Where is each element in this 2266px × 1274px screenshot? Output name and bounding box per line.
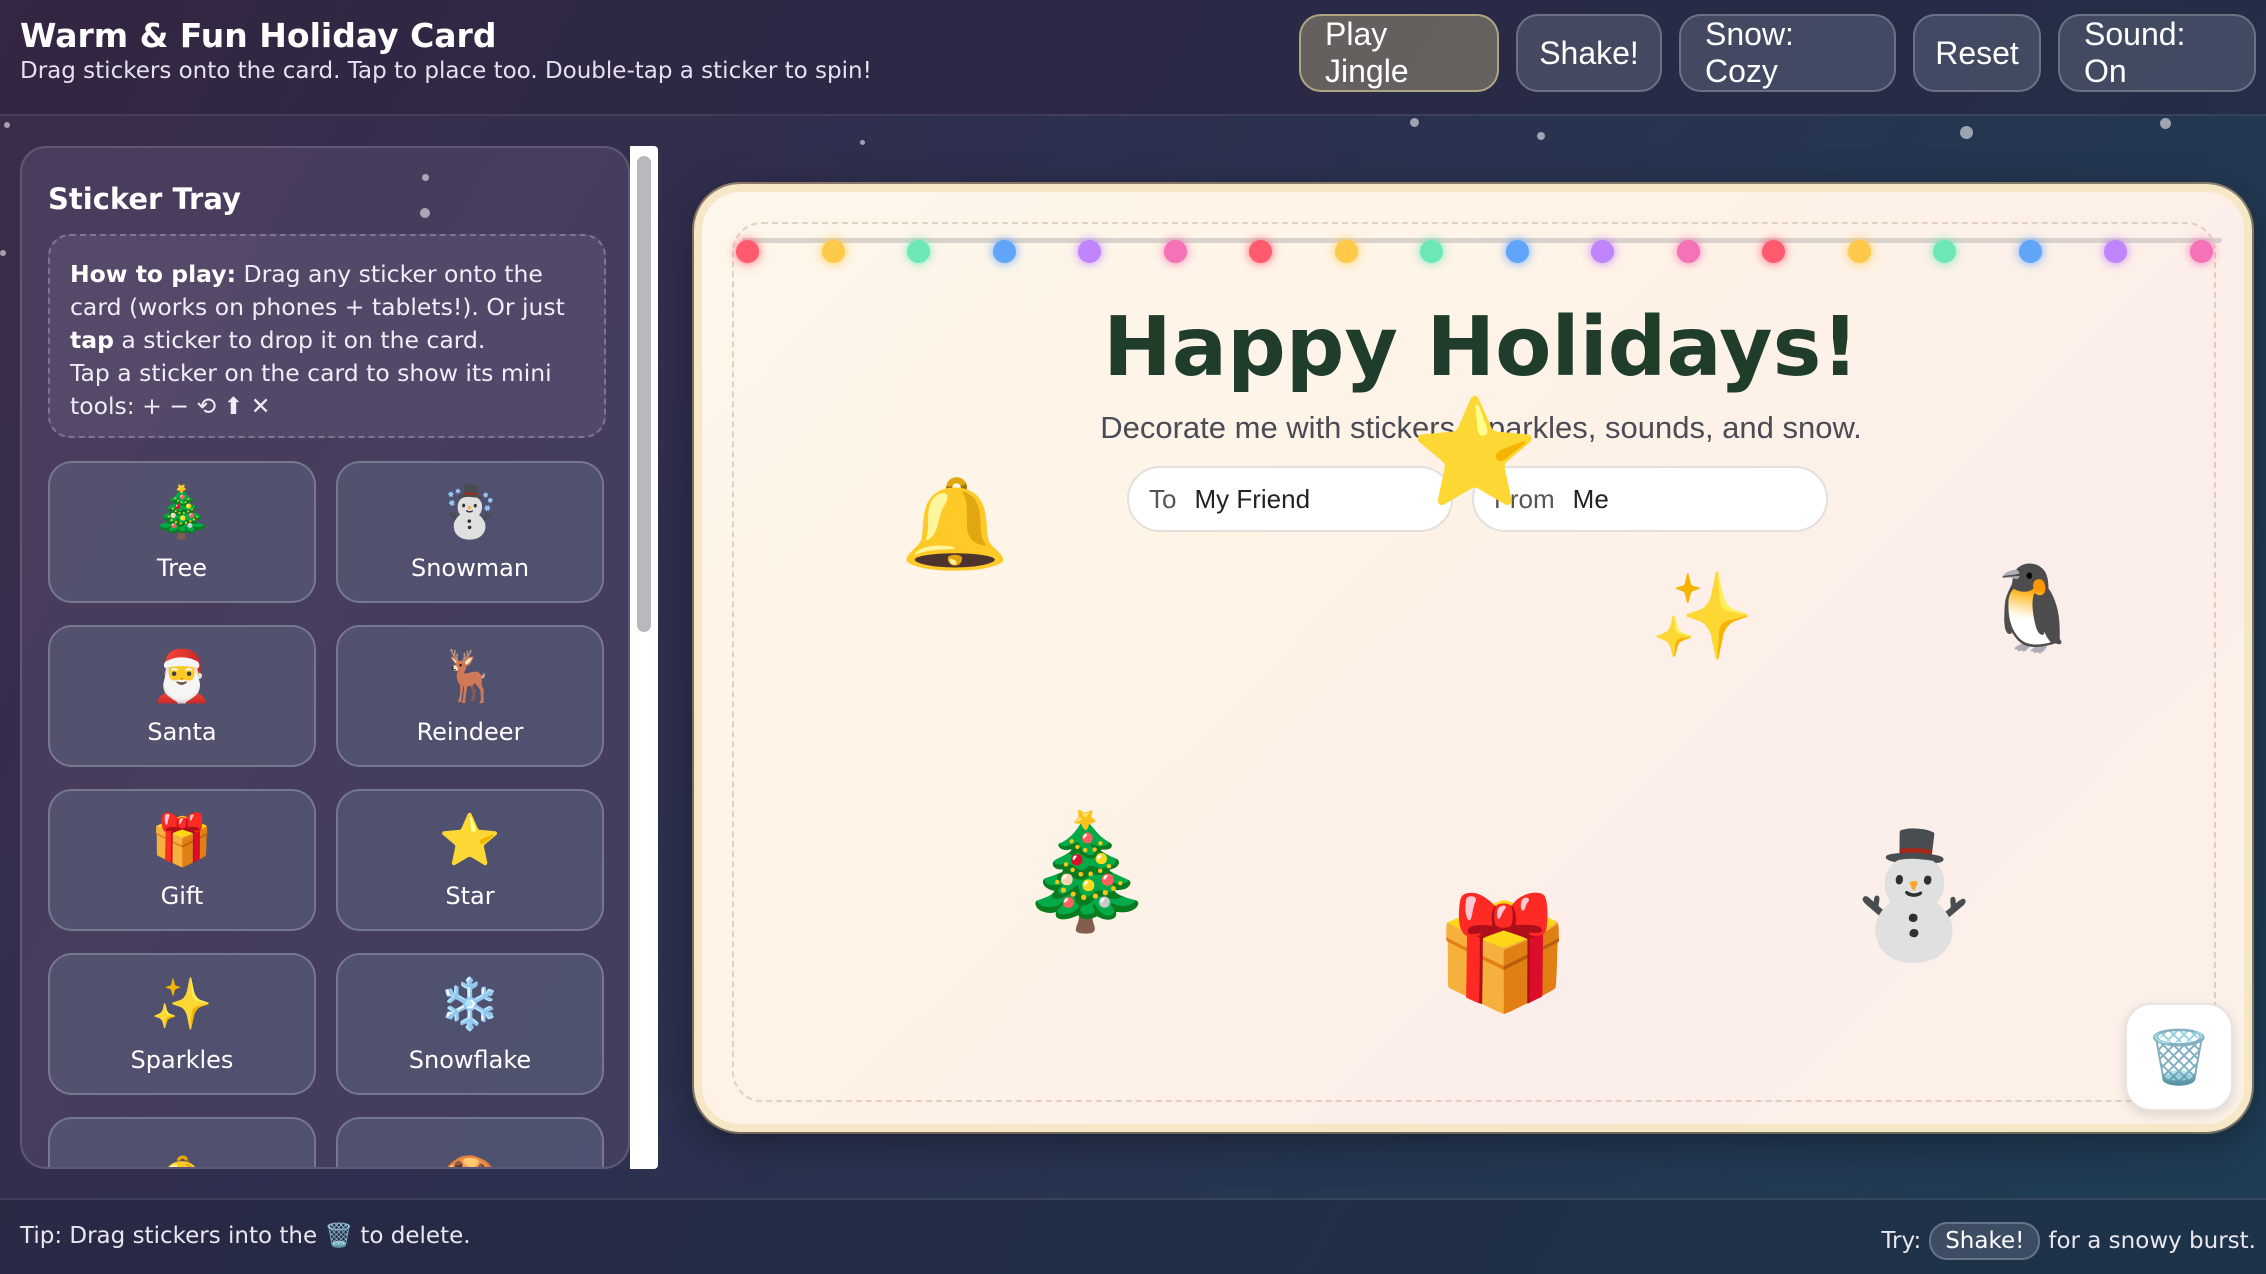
string-light-bulb	[907, 240, 930, 263]
sparkles-icon: ✨	[150, 975, 214, 1033]
string-light-bulb	[1591, 240, 1614, 263]
footer-try-hint: Try: Shake! for a snowy burst.	[1881, 1222, 2256, 1260]
snow-dot	[1410, 118, 1419, 127]
how-to-play-text-2: a sticker to drop it on the card.	[113, 326, 486, 354]
sticker-label: Snowman	[410, 554, 530, 582]
string-light-bulb	[1163, 240, 1187, 263]
app-title: Warm & Fun Holiday Card	[20, 16, 497, 55]
string-light-bulb	[2018, 240, 2042, 263]
footer-tip: Tip: Drag stickers into the 🗑️ to delete…	[20, 1222, 471, 1249]
tray-scrollbar-thumb[interactable]	[637, 156, 651, 632]
sticker-gift[interactable]: 🎁 Gift	[48, 789, 316, 931]
to-label: To	[1149, 483, 1177, 514]
from-value: Me	[1572, 483, 1609, 514]
how-to-play-tools: Tap a sticker on the card to show its mi…	[70, 359, 552, 420]
tree-icon: 🎄	[150, 483, 214, 541]
string-light-bulb	[2189, 240, 2213, 263]
how-to-play-box: How to play: Drag any sticker onto the c…	[48, 234, 606, 438]
bell-icon: 🔔	[151, 1152, 213, 1167]
snow-dot	[1537, 132, 1545, 140]
app-header: Warm & Fun Holiday Card Drag stickers on…	[0, 0, 2266, 116]
placed-gift-icon[interactable]: 🎁	[1434, 898, 1571, 1008]
snow-dot	[420, 208, 430, 218]
placed-tree-icon[interactable]: 🎄	[1016, 816, 1155, 928]
how-to-play-lead: How to play:	[70, 260, 236, 288]
sticker-tree[interactable]: 🎄 Tree	[48, 461, 316, 603]
sound-toggle-button[interactable]: Sound: On	[2058, 14, 2256, 92]
string-light-bulb	[821, 240, 845, 263]
sticker-reindeer[interactable]: 🦌 Reindeer	[336, 625, 604, 767]
snow-dot	[1960, 126, 1973, 139]
sticker-grid: 🎄 Tree ☃️ Snowman 🎅 Santa 🦌 Reindeer 🎁 Gift ⭐…	[48, 461, 608, 1167]
snow-dot	[2160, 118, 2171, 129]
placed-bell-icon[interactable]: 🔔	[900, 480, 1010, 568]
string-light-bulb	[1249, 240, 1272, 263]
cookie-icon: 🍪	[439, 1152, 501, 1167]
sticker-label: Tree	[156, 554, 207, 582]
sticker-sparkles[interactable]: ✨ Sparkles	[48, 953, 316, 1095]
string-light-bulb	[2104, 240, 2127, 263]
gift-icon: 🎁	[150, 811, 214, 869]
trash-drop-zone[interactable]: 🗑️	[2125, 1003, 2233, 1111]
string-light-bulb	[1676, 240, 1700, 263]
footer-bar: Tip: Drag stickers into the 🗑️ to delete…	[0, 1198, 2266, 1274]
string-light-bulb	[1334, 240, 1358, 263]
toolbar: Play Jingle Shake! Snow: Cozy Reset Soun…	[1299, 14, 2256, 92]
snow-mode-button[interactable]: Snow: Cozy	[1679, 14, 1896, 92]
placed-penguin-icon[interactable]: 🐧	[1980, 566, 2085, 650]
sticker-snowman[interactable]: ☃️ Snowman	[336, 461, 604, 603]
santa-icon: 🎅	[150, 647, 214, 705]
string-light-bulb	[1762, 240, 1785, 263]
sticker-label: Snowflake	[408, 1046, 532, 1074]
placed-snowman-icon[interactable]: ⛄	[1838, 834, 1990, 956]
trash-icon: 🗑️	[324, 1223, 354, 1249]
snow-dot	[4, 122, 10, 128]
sticker-label: Reindeer	[416, 718, 524, 746]
sticker-label: Star	[445, 882, 495, 910]
string-light-bulb	[992, 240, 1016, 263]
play-jingle-button[interactable]: Play Jingle	[1299, 14, 1499, 92]
placed-star-icon[interactable]: ⭐	[1410, 400, 1540, 504]
string-light-bulb	[1505, 240, 1529, 263]
snow-dot	[0, 250, 6, 256]
sticker-label: Gift	[160, 882, 204, 910]
tip-text-end: to delete.	[353, 1223, 471, 1249]
tray-title: Sticker Tray	[48, 182, 241, 216]
string-light-bulb	[1420, 240, 1443, 263]
reindeer-icon: 🦌	[438, 647, 502, 705]
card-title: Happy Holidays!	[1103, 300, 1859, 395]
sticker-bell[interactable]: 🔔	[48, 1117, 316, 1167]
sticker-santa[interactable]: 🎅 Santa	[48, 625, 316, 767]
snow-dot	[860, 140, 865, 145]
snowman-icon: ☃️	[438, 483, 502, 541]
sticker-label: Santa	[147, 718, 217, 746]
try-label: Try:	[1881, 1228, 1922, 1254]
to-field[interactable]: To My Friend	[1127, 466, 1453, 532]
snowflake-icon: ❄️	[438, 975, 502, 1033]
sticker-label: Sparkles	[130, 1046, 234, 1074]
star-icon: ⭐	[438, 811, 502, 869]
try-shake-pill[interactable]: Shake!	[1929, 1222, 2041, 1260]
sticker-snowflake[interactable]: ❄️ Snowflake	[336, 953, 604, 1095]
string-lights-wire	[742, 238, 2222, 243]
string-light-bulb	[1847, 240, 1871, 263]
placed-sparkles-icon[interactable]: ✨	[1650, 574, 1755, 658]
sticker-tray: Sticker Tray How to play: Drag any stick…	[20, 146, 630, 1169]
shake-button[interactable]: Shake!	[1516, 14, 1662, 92]
sticker-star[interactable]: ⭐ Star	[336, 789, 604, 931]
app-subtitle: Drag stickers onto the card. Tap to plac…	[20, 58, 872, 84]
try-text: for a snowy burst.	[2048, 1228, 2256, 1254]
how-to-play-tap: tap	[70, 326, 114, 354]
tip-text: Tip: Drag stickers into the	[20, 1223, 325, 1249]
string-light-bulb	[1933, 240, 1956, 263]
holiday-card[interactable]: Happy Holidays! Decorate me with sticker…	[694, 184, 2252, 1132]
snow-dot	[422, 174, 429, 181]
string-light-bulb	[1078, 240, 1101, 263]
trash-icon: 🗑️	[2146, 1027, 2212, 1088]
reset-button[interactable]: Reset	[1913, 14, 2041, 92]
string-light-bulb	[736, 240, 759, 263]
to-value: My Friend	[1194, 483, 1311, 514]
sticker-cookie[interactable]: 🍪	[336, 1117, 604, 1167]
